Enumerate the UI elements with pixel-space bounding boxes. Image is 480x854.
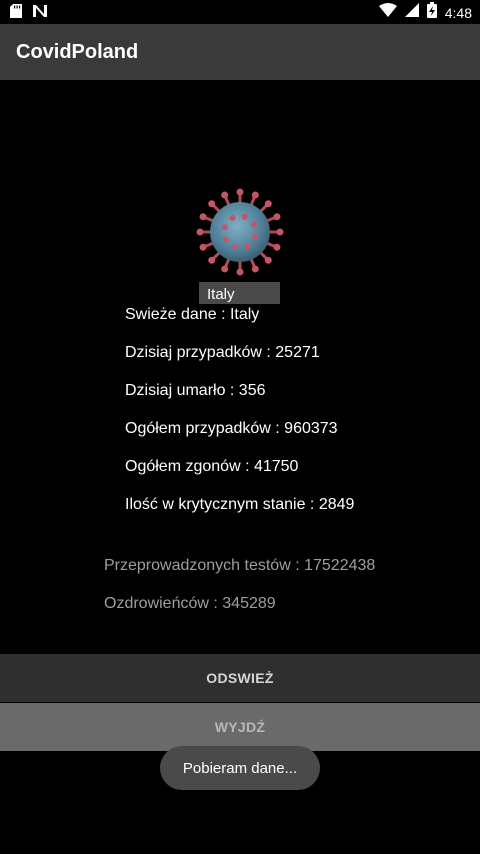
exit-button[interactable]: WYJDŹ xyxy=(0,703,480,751)
recovered-label: Ozdrowieńców : 345289 xyxy=(104,595,276,612)
app-title: CovidPoland xyxy=(16,41,139,63)
battery-charging-icon xyxy=(426,2,437,23)
clock-time: 4:48 xyxy=(444,4,472,21)
total-cases-label: Ogółem przypadków : 960373 xyxy=(125,420,338,437)
country-input[interactable] xyxy=(199,282,280,304)
sd-card-icon xyxy=(10,4,22,23)
today-cases-label: Dzisiaj przypadków : 25271 xyxy=(125,344,320,361)
refresh-button[interactable]: ODSWIEŻ xyxy=(0,654,480,702)
fresh-data-label: Swieże dane : Italy xyxy=(125,306,260,323)
app-bar: CovidPoland xyxy=(0,24,480,80)
cellular-signal-icon xyxy=(404,3,419,22)
coronavirus-icon xyxy=(196,188,284,276)
toast-message: Pobieram dane... xyxy=(160,746,320,790)
total-deaths-label: Ogółem zgonów : 41750 xyxy=(125,458,299,475)
critical-cases-label: Ilość w krytycznym stanie : 2849 xyxy=(125,496,355,513)
n-notification-icon xyxy=(32,4,48,23)
country-input-field[interactable] xyxy=(199,282,280,304)
wifi-icon xyxy=(378,3,397,22)
status-bar: 4:48 xyxy=(0,0,480,24)
today-deaths-label: Dzisiaj umarło : 356 xyxy=(125,382,266,399)
tests-label: Przeprowadzonych testów : 17522438 xyxy=(104,557,376,574)
